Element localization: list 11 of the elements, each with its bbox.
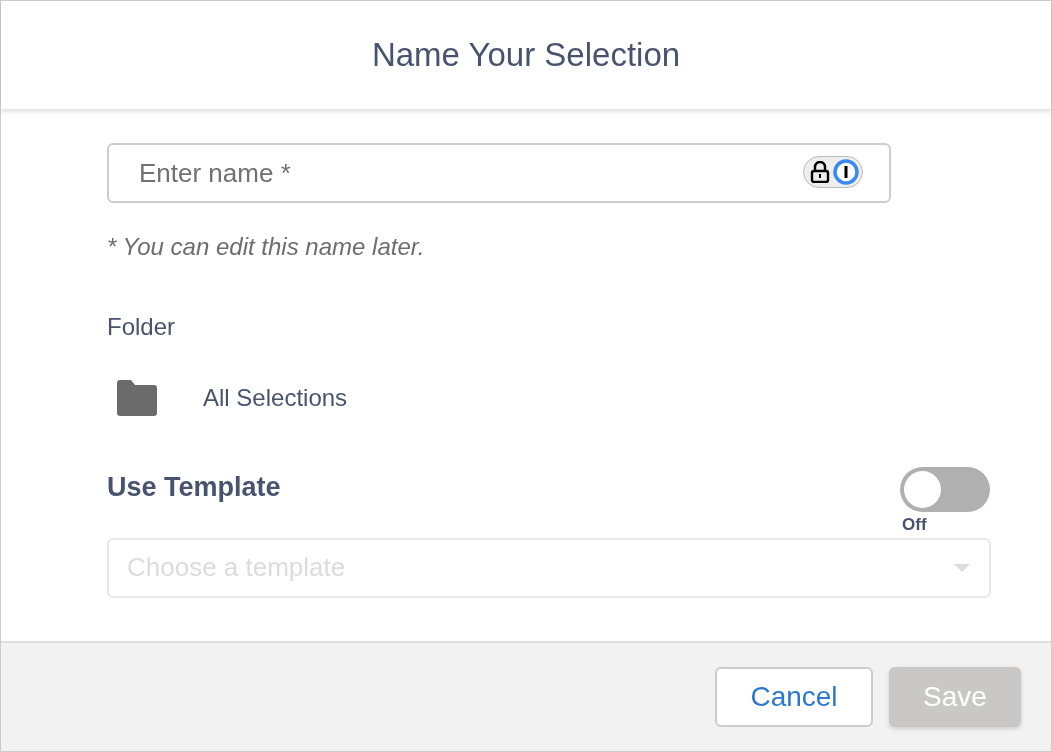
folder-icon	[115, 379, 159, 417]
cancel-button[interactable]: Cancel	[715, 667, 873, 727]
folder-label: Folder	[107, 312, 177, 342]
name-input-field[interactable]: Enter name *	[107, 143, 891, 203]
dropdown-caret-icon	[953, 562, 971, 573]
password-manager-icon[interactable]	[803, 156, 863, 188]
toggle-state-label: Off	[902, 514, 928, 536]
folder-name[interactable]: All Selections	[203, 380, 348, 416]
dialog-title: Name Your Selection	[371, 35, 681, 75]
hint-text: * You can edit this name later.	[107, 232, 426, 262]
template-label: Use Template	[107, 471, 281, 504]
